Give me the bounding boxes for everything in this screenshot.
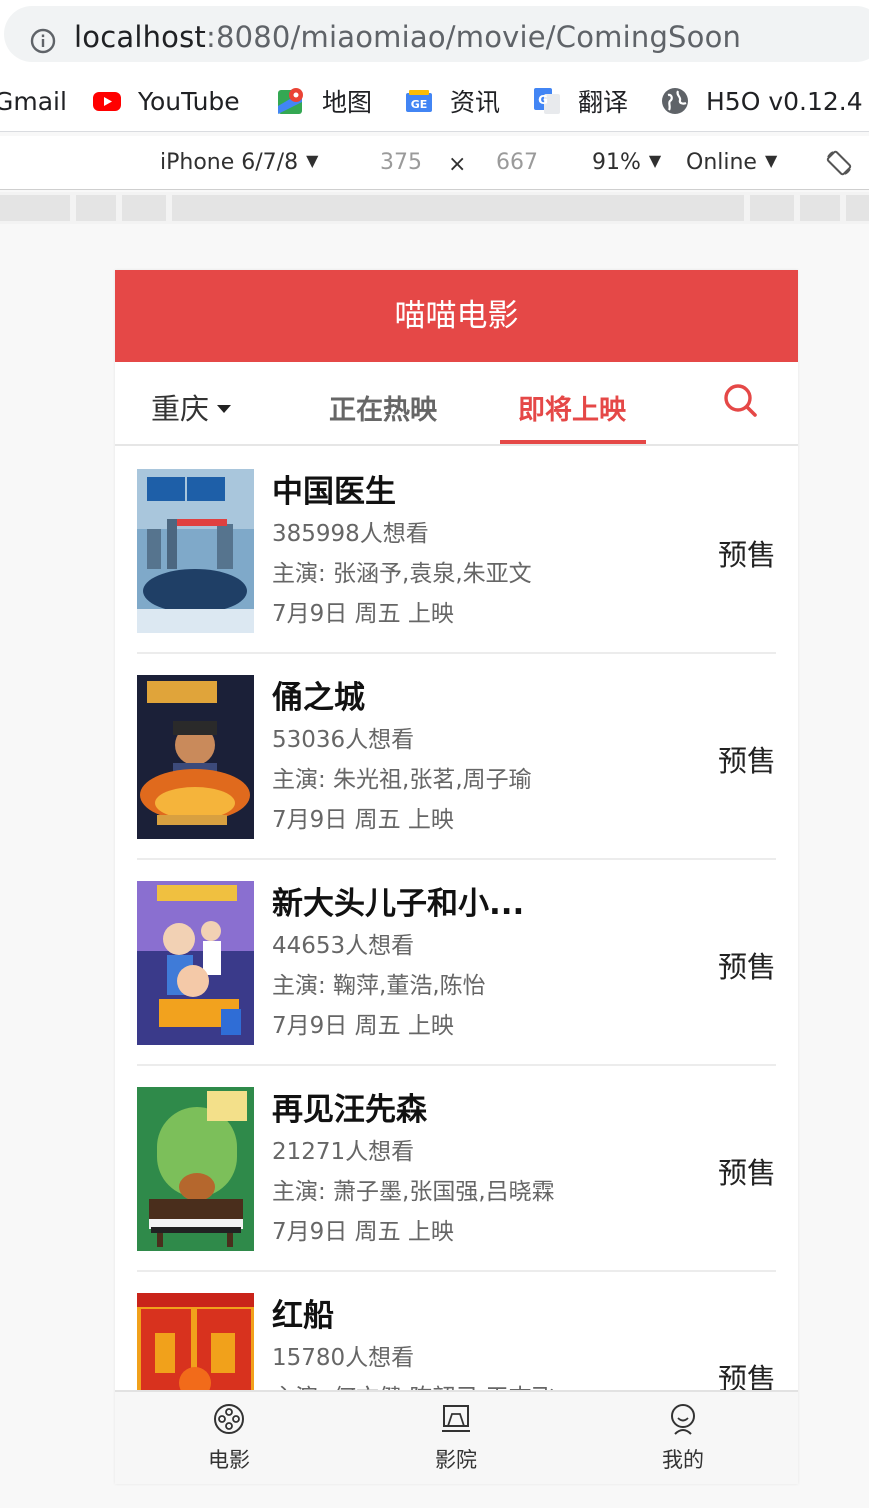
tabbar-item-movie[interactable]: 电影 [179, 1402, 279, 1474]
movie-release-date: 7月9日 周五 上映 [272, 807, 454, 833]
top-nav: 重庆 正在热映 即将上映 [115, 362, 798, 446]
movie-item[interactable]: 再见汪先森 21271人想看 主演: 萧子墨,张国强,吕晓霖 7月9日 周五 上… [137, 1066, 776, 1272]
film-reel-icon [214, 1404, 244, 1434]
movie-release-date: 7月9日 周五 上映 [272, 601, 454, 627]
bookmark-label: Gmail [0, 86, 67, 116]
movie-release-date: 7月9日 周五 上映 [272, 1219, 454, 1245]
movie-poster[interactable] [137, 881, 254, 1045]
svg-text:G: G [538, 93, 548, 107]
times-sign: × [448, 152, 467, 177]
movie-title: 红船 [272, 1298, 334, 1334]
movie-wish-count: 53036人想看 [272, 727, 415, 753]
url-path: :8080/miaomiao/movie/ComingSoon [205, 20, 742, 54]
tabbar-item-cinema[interactable]: 影院 [406, 1402, 506, 1474]
movie-title: 再见汪先森 [272, 1092, 427, 1128]
url-host: localhost [74, 20, 206, 54]
movie-poster[interactable] [137, 675, 254, 839]
bookmark-translate[interactable]: G 翻译 [532, 84, 628, 118]
movie-item[interactable]: 俑之城 53036人想看 主演: 朱光祖,张茗,周子瑜 7月9日 周五 上映 预… [137, 654, 776, 860]
network-select[interactable]: Online [686, 150, 777, 175]
device-select[interactable]: iPhone 6/7/8 [160, 150, 318, 175]
movie-title: 新大头儿子和小... [272, 886, 525, 922]
bookmark-h5o[interactable]: H5O v0.12.4 [660, 84, 863, 118]
bookmark-label: 翻译 [578, 88, 629, 117]
presale-button[interactable]: 预售 [718, 532, 776, 574]
movie-wish-count: 385998人想看 [272, 521, 429, 547]
height-input[interactable]: 667 [496, 150, 538, 175]
maps-icon [278, 88, 303, 114]
movie-wish-count: 21271人想看 [272, 1139, 415, 1165]
presale-button[interactable]: 预售 [718, 1150, 776, 1192]
bookmark-maps[interactable]: 地图 [276, 84, 372, 118]
movie-title: 中国医生 [272, 474, 396, 510]
user-icon [671, 1404, 695, 1435]
tabbar-label: 影院 [435, 1448, 477, 1472]
address-bar: localhost:8080/miaomiao/movie/ComingSoon [0, 0, 869, 70]
movie-item[interactable]: 中国医生 385998人想看 主演: 张涵予,袁泉,朱亚文 7月9日 周五 上映… [137, 448, 776, 654]
device-toolbar: iPhone 6/7/8 375 × 667 91% Online [0, 136, 869, 190]
bookmark-label: 资讯 [450, 88, 501, 117]
tabbar-label: 我的 [662, 1448, 704, 1472]
tab-coming-soon[interactable]: 即将上映 [518, 388, 626, 427]
bookmark-youtube[interactable]: YouTube [92, 84, 240, 118]
tab-now-playing[interactable]: 正在热映 [329, 388, 437, 427]
url-text[interactable]: localhost:8080/miaomiao/movie/ComingSoon [74, 20, 741, 54]
width-input[interactable]: 375 [380, 150, 422, 175]
media-query-ruler[interactable] [0, 192, 869, 224]
active-tab-indicator [500, 440, 646, 444]
movie-actors: 主演: 鞠萍,董浩,陈怡 [272, 973, 486, 999]
info-icon[interactable] [30, 28, 56, 54]
movie-item[interactable]: 新大头儿子和小... 44653人想看 主演: 鞠萍,董浩,陈怡 7月9日 周五… [137, 860, 776, 1066]
svg-text:GE: GE [411, 98, 428, 111]
movie-list: 中国医生 385998人想看 主演: 张涵予,袁泉,朱亚文 7月9日 周五 上映… [115, 448, 798, 1478]
bookmark-news[interactable]: GE 资讯 [404, 84, 500, 118]
search-icon[interactable] [721, 382, 759, 420]
news-icon: GE [406, 90, 432, 112]
presale-button[interactable]: 预售 [718, 944, 776, 986]
translate-icon: G [534, 88, 560, 114]
movie-release-date: 7月9日 周五 上映 [272, 1013, 454, 1039]
movie-wish-count: 44653人想看 [272, 933, 415, 959]
omnibox[interactable]: localhost:8080/miaomiao/movie/ComingSoon [4, 6, 869, 62]
movie-poster[interactable] [137, 1087, 254, 1251]
bookmark-gmail[interactable]: Gmail [0, 84, 67, 118]
movie-title: 俑之城 [272, 680, 365, 716]
city-selector[interactable]: 重庆 [151, 386, 231, 428]
movie-actors: 主演: 朱光祖,张茗,周子瑜 [272, 767, 532, 793]
bottom-tabbar: 电影 影院 我的 [115, 1390, 798, 1484]
youtube-icon [93, 92, 121, 111]
movie-actors: 主演: 张涵予,袁泉,朱亚文 [272, 561, 532, 587]
rotate-icon[interactable] [824, 148, 854, 178]
movie-actors: 主演: 萧子墨,张国强,吕晓霖 [272, 1179, 555, 1205]
bookmarks-bar: Gmail YouTube 地图 GE 资讯 G 翻译 H5O v0.12.4 [0, 70, 869, 132]
phone-viewport: 喵喵电影 重庆 正在热映 即将上映 中国医生 385998人想看 主演: 张涵予… [115, 270, 798, 1484]
bookmark-label: YouTube [138, 86, 240, 116]
zoom-select[interactable]: 91% [592, 150, 661, 175]
cinema-icon [442, 1405, 470, 1432]
bookmark-label: 地图 [322, 88, 373, 117]
app-header: 喵喵电影 [115, 270, 798, 362]
tabbar-item-mine[interactable]: 我的 [633, 1402, 733, 1474]
globe-icon [662, 88, 688, 114]
movie-wish-count: 15780人想看 [272, 1345, 415, 1371]
bookmark-label: H5O v0.12.4 [706, 86, 863, 116]
movie-poster[interactable] [137, 469, 254, 633]
tabbar-label: 电影 [208, 1448, 250, 1472]
presale-button[interactable]: 预售 [718, 738, 776, 780]
